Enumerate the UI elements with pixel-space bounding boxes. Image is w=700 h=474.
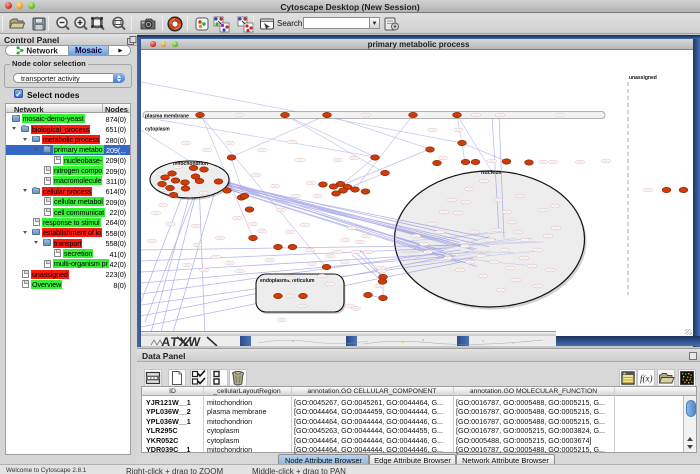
svg-text:plasma membrane: plasma membrane [145, 114, 189, 120]
svg-text:cytoplasm: cytoplasm [145, 127, 170, 133]
svg-text:nucleus: nucleus [481, 170, 502, 176]
svg-text:f(x): f(x) [640, 374, 653, 384]
svg-text:unassigned: unassigned [629, 75, 657, 81]
